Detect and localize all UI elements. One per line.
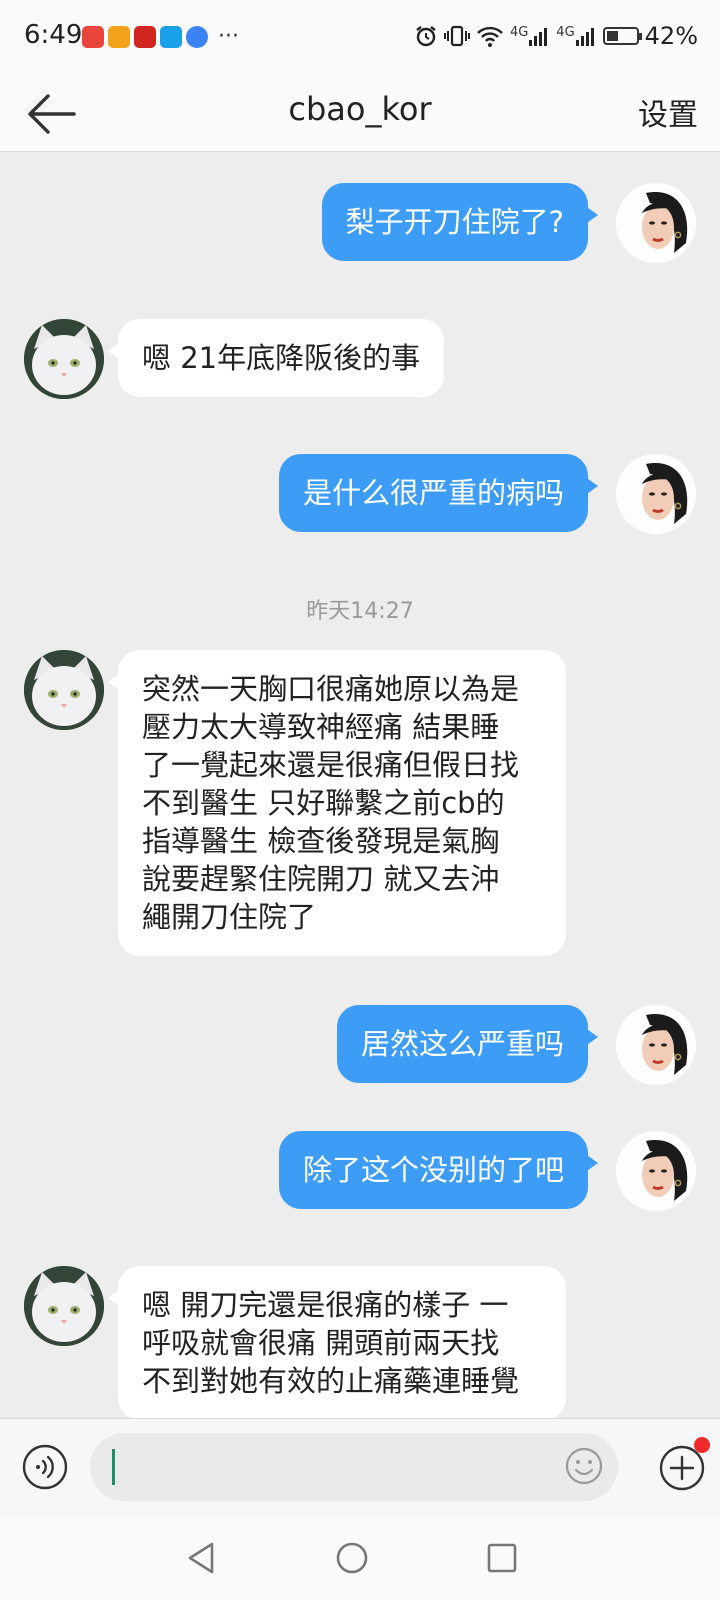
sent-message-bubble[interactable]: 居然这么严重吗: [336, 1005, 599, 1083]
message-line: 呼吸就會很痛 開頭前兩天找: [142, 1326, 500, 1360]
wifi-icon: [477, 26, 503, 47]
emoji-icon[interactable]: [564, 1446, 604, 1486]
message-line: 說要趕緊住院開刀 就又去沖: [142, 862, 500, 896]
settings-button[interactable]: 设置: [638, 90, 698, 134]
message-line: 不到對她有效的止痛藥連睡覺: [142, 1364, 520, 1398]
chat-header: cbao_kor 设置: [0, 76, 720, 152]
app-notification-icon: [82, 26, 104, 48]
message-row: 嗯 開刀完還是很痛的樣子 一 呼吸就會很痛 開頭前兩天找 不到對她有效的止痛藥連…: [0, 1266, 720, 1418]
contact-avatar[interactable]: [24, 1266, 104, 1346]
chat-title: cbao_kor: [288, 90, 432, 128]
message-text: 居然这么严重吗: [360, 1027, 564, 1061]
battery-level: [606, 31, 619, 41]
status-indicators: 4G 4G 42%: [414, 22, 698, 50]
battery-percent: 42%: [644, 22, 698, 50]
message-text: 除了这个没别的了吧: [302, 1153, 564, 1187]
my-avatar[interactable]: [616, 183, 696, 263]
system-navigation-bar: [0, 1518, 720, 1600]
message-list[interactable]: 梨子开刀住院了? 嗯 21年底降阪後的事 是什么很严重的病吗 昨天14:27 突…: [0, 153, 720, 1418]
battery-icon: [602, 27, 642, 45]
system-home-icon[interactable]: [334, 1540, 370, 1576]
message-row: 居然这么严重吗: [0, 1005, 720, 1085]
vibrate-icon: [443, 25, 470, 47]
app-notification-icon: [160, 26, 182, 48]
sent-message-bubble[interactable]: 梨子开刀住院了?: [321, 183, 599, 261]
app-notification-icon: [186, 26, 208, 48]
woman-portrait-icon: [616, 1005, 696, 1085]
my-avatar[interactable]: [616, 454, 696, 534]
message-line: 指導醫生 檢查後發現是氣胸: [142, 824, 500, 858]
woman-portrait-icon: [616, 454, 696, 534]
voice-input-icon[interactable]: [22, 1444, 68, 1490]
my-avatar[interactable]: [616, 1131, 696, 1211]
message-line: 嗯 開刀完還是很痛的樣子 一: [142, 1288, 509, 1322]
app-notification-icon: [134, 26, 156, 48]
cell-signal-2: 4G: [556, 25, 596, 47]
signal-bars-icon: [529, 28, 548, 46]
message-row: 梨子开刀住院了?: [0, 183, 720, 263]
message-row: 突然一天胸口很痛她原以為是 壓力太大導致神經痛 結果睡 了一覺起來還是很痛但假日…: [0, 650, 720, 956]
status-bar: 6:49 ··· 4G 4G 42%: [0, 0, 720, 76]
contact-avatar[interactable]: [24, 650, 104, 730]
message-row: 嗯 21年底降阪後的事: [0, 319, 720, 399]
network-type-label: 4G: [556, 25, 575, 40]
my-avatar[interactable]: [616, 1005, 696, 1085]
message-input[interactable]: [90, 1433, 618, 1501]
woman-portrait-icon: [616, 1131, 696, 1211]
app-notification-icon: [108, 26, 130, 48]
alarm-icon: [416, 26, 436, 47]
message-timestamp: 昨天14:27: [306, 599, 414, 624]
message-line: 不到醫生 只好聯繫之前cb的: [142, 786, 505, 820]
sent-message-bubble[interactable]: 除了这个没别的了吧: [278, 1131, 599, 1209]
notification-dot: [694, 1437, 710, 1453]
white-cat-icon: [24, 1266, 104, 1346]
white-cat-icon: [24, 650, 104, 730]
system-back-icon[interactable]: [184, 1540, 220, 1576]
received-message-bubble[interactable]: 嗯 21年底降阪後的事: [107, 319, 445, 397]
message-row: 是什么很严重的病吗: [0, 454, 720, 534]
message-line: 了一覺起來還是很痛但假日找: [142, 748, 520, 782]
contact-avatar[interactable]: [24, 319, 104, 399]
received-message-bubble[interactable]: 嗯 開刀完還是很痛的樣子 一 呼吸就會很痛 開頭前兩天找 不到對她有效的止痛藥連…: [108, 1266, 566, 1418]
woman-portrait-icon: [616, 183, 696, 263]
text-cursor: [112, 1449, 115, 1485]
message-input-bar: [0, 1418, 720, 1518]
more-notifications-icon: ···: [218, 24, 239, 49]
message-line: 壓力太大導致神經痛 結果睡: [142, 710, 500, 744]
system-recents-icon[interactable]: [484, 1540, 520, 1576]
white-cat-icon: [24, 319, 104, 399]
sent-message-bubble[interactable]: 是什么很严重的病吗: [278, 454, 599, 532]
message-row: 除了这个没别的了吧: [0, 1131, 720, 1211]
received-message-bubble[interactable]: 突然一天胸口很痛她原以為是 壓力太大導致神經痛 結果睡 了一覺起來還是很痛但假日…: [108, 650, 566, 956]
signal-bars-icon: [575, 28, 594, 46]
cell-signal-1: 4G: [510, 25, 550, 47]
network-type-label: 4G: [509, 25, 529, 40]
message-text: 是什么很严重的病吗: [302, 476, 564, 510]
message-line: 突然一天胸口很痛她原以為是: [142, 672, 520, 706]
message-line: 繩開刀住院了: [142, 900, 317, 934]
status-app-icons: ···: [82, 26, 239, 48]
message-text: 梨子开刀住院了?: [345, 205, 564, 239]
status-time: 6:49: [24, 20, 83, 50]
message-text: 嗯 21年底降阪後的事: [142, 341, 421, 375]
